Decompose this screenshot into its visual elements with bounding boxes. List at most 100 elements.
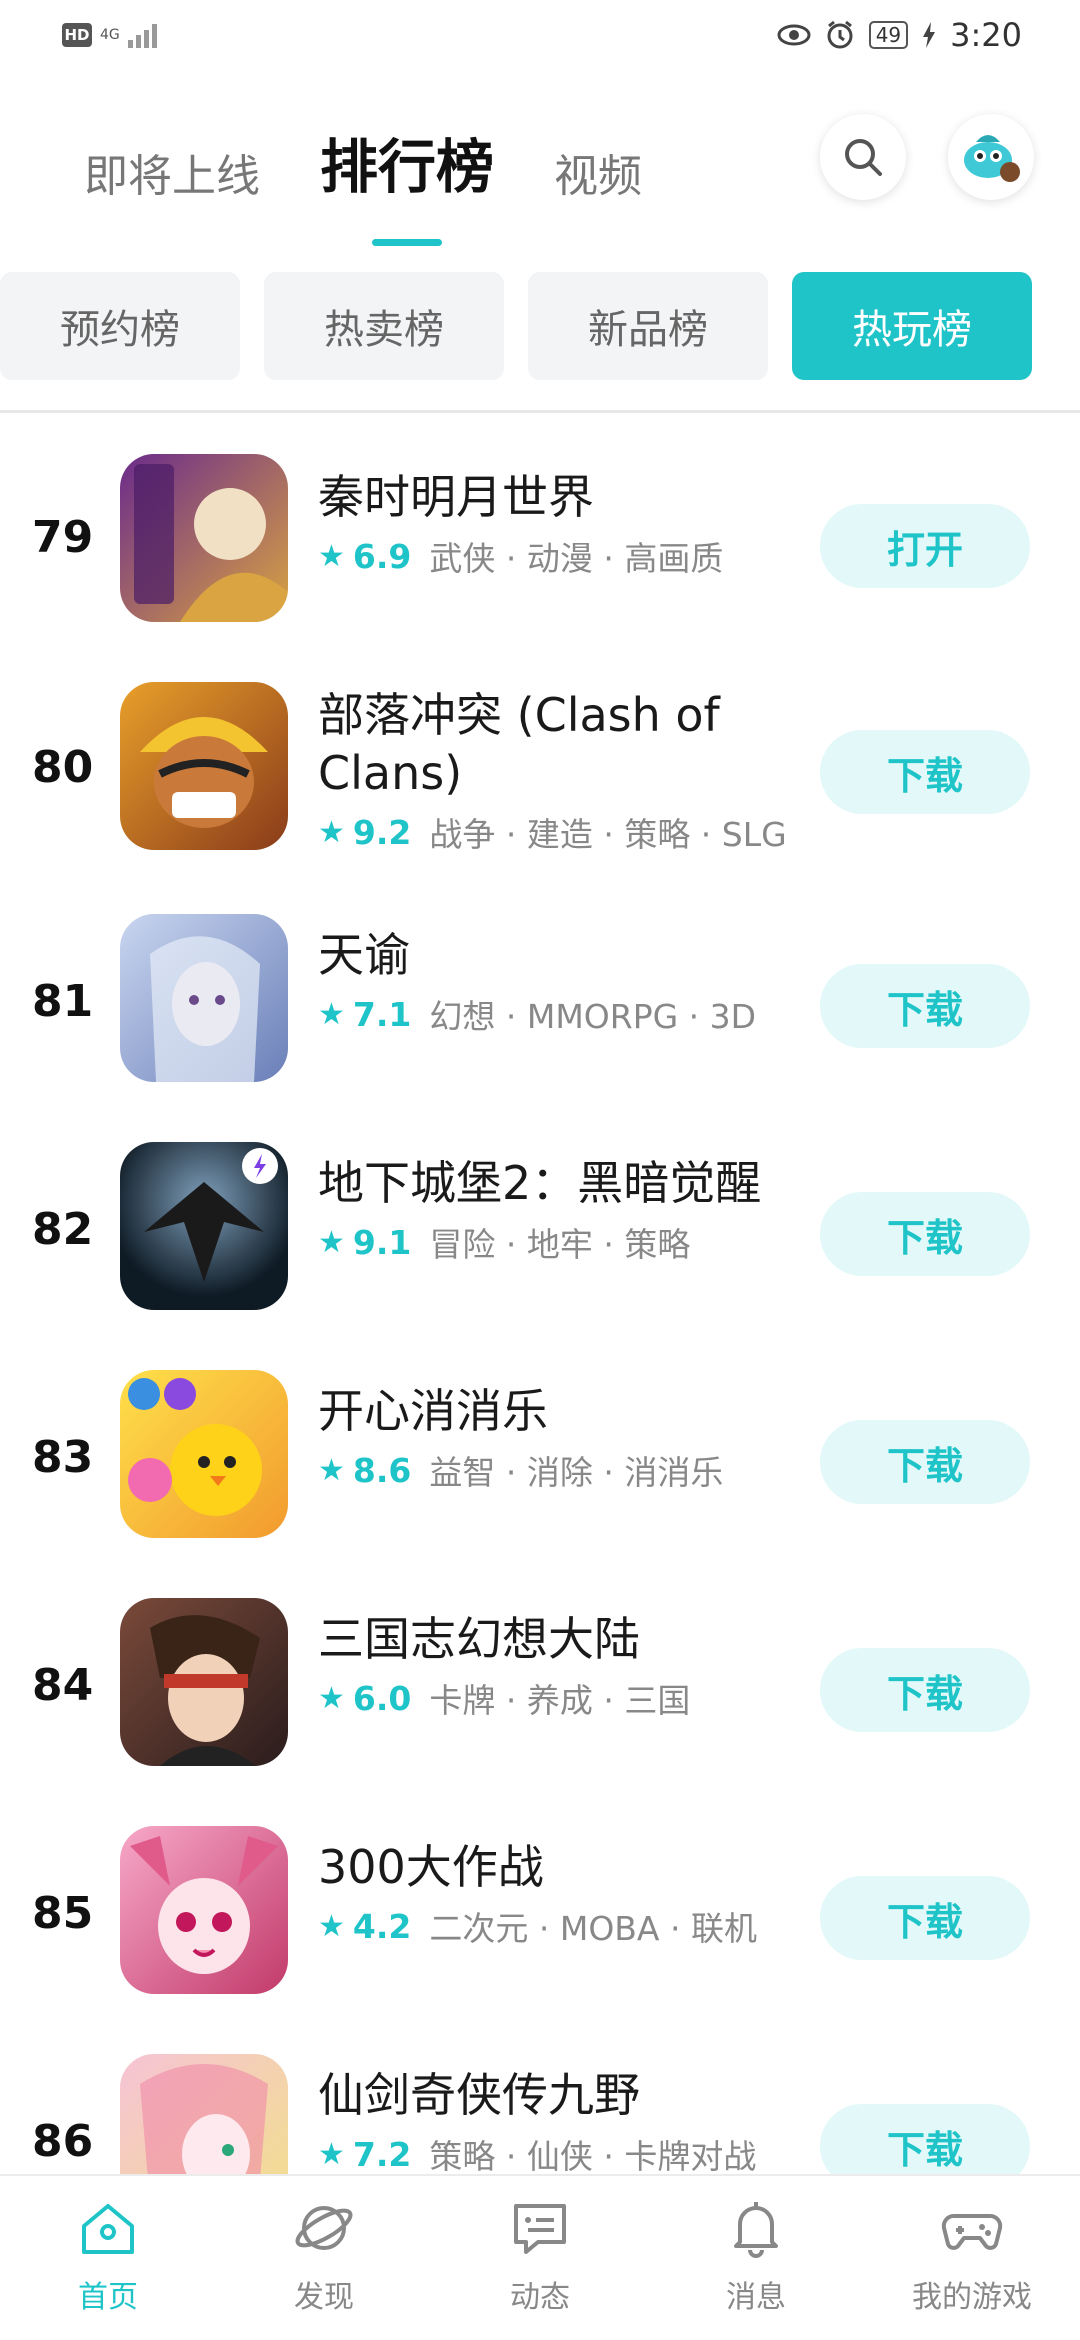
chip-new[interactable]: 新品榜 [528,272,768,380]
status-right: 49 3:20 [777,16,1022,54]
clock: 3:20 [950,16,1022,54]
game-info: 300大作战 ★ 4.2 二次元 · MOBA · 联机 [318,1838,798,1950]
tab-rankings[interactable]: 排行榜 [320,120,494,204]
game-icon[interactable] [120,454,288,622]
game-tags: 策略 · 仙侠 · 卡牌对战 [429,2137,757,2174]
download-button[interactable]: 下载 [820,964,1030,1048]
download-button[interactable]: 下载 [820,2104,1030,2174]
tab-upcoming[interactable]: 即将上线 [84,140,260,204]
game-name: 地下城堡2：黑暗觉醒 [318,1156,762,1210]
game-name: 仙剑奇侠传九野 [318,2068,640,2122]
open-button[interactable]: 打开 [820,504,1030,588]
game-icon[interactable] [120,1142,288,1310]
list-item[interactable]: 85 300大作战 ★ 4.2 二次元 · MOBA · 联机 下载 [0,1794,1080,2022]
status-left: HD 4G [62,22,157,48]
download-button[interactable]: 下载 [820,1648,1030,1732]
nav-label: 首页 [78,2280,138,2315]
star-icon: ★ [318,538,345,574]
game-score: 7.1 [352,994,412,1034]
star-icon: ★ [318,814,345,850]
avatar[interactable] [948,114,1034,200]
game-score: 7.2 [352,2134,412,2174]
game-icon[interactable] [120,682,288,850]
gamepad-icon [941,2214,1003,2250]
game-score: 9.2 [352,812,412,852]
nav-my-games[interactable]: 我的游戏 [864,2176,1080,2340]
game-icon[interactable] [120,914,288,1082]
nav-home[interactable]: 首页 [0,2176,216,2340]
message-board-icon [514,2204,566,2254]
charging-icon [923,22,936,48]
bottom-nav: 首页 发现 动态 消息 我的游戏 [0,2174,1080,2340]
game-icon[interactable] [120,1598,288,1766]
game-score: 6.0 [352,1678,412,1718]
list-item[interactable]: 86 仙剑奇侠传九野 ★ 7.2 策略 · 仙侠 · 卡牌对战 下载 [0,2022,1080,2174]
game-score: 4.2 [352,1906,412,1946]
download-button[interactable]: 下载 [820,1420,1030,1504]
game-tags: 冒险 · 地牢 · 策略 [429,1225,691,1264]
rank-number: 83 [32,1432,94,1483]
rank-number: 86 [32,2116,94,2167]
home-icon [82,2204,134,2254]
list-item[interactable]: 80 部落冲突 (Clash of Clans) ★ 9.2 战争 · 建造 ·… [0,646,1080,882]
list-item[interactable]: 83 开心消消乐 ★ 8.6 益智 · 消除 · 消消乐 下载 [0,1338,1080,1566]
nav-feed[interactable]: 动态 [432,2176,648,2340]
network-type: 4G [100,27,120,43]
chip-preorder[interactable]: 预约榜 [0,272,240,380]
list-item[interactable]: 79 秦时明月世界 ★ 6.9 武侠 · 动漫 · 高画质 打开 [0,418,1080,646]
rank-number: 79 [32,512,94,563]
star-icon: ★ [318,1908,345,1944]
game-info: 开心消消乐 ★ 8.6 益智 · 消除 · 消消乐 [318,1382,798,1494]
star-icon: ★ [318,1680,345,1716]
game-tags: 战争 · 建造 · 策略 · SLG [429,815,787,854]
status-bar: HD 4G 49 3:20 [0,0,1080,72]
game-tags: 二次元 · MOBA · 联机 [429,1909,757,1948]
chip-hot-play[interactable]: 热玩榜 [792,272,1032,380]
game-info: 三国志幻想大陆 ★ 6.0 卡牌 · 养成 · 三国 [318,1610,798,1722]
game-meta: ★ 6.0 卡牌 · 养成 · 三国 [318,1674,798,1722]
rank-number: 81 [32,976,94,1027]
game-score: 6.9 [352,536,412,576]
nav-discover[interactable]: 发现 [216,2176,432,2340]
nav-label: 动态 [510,2280,570,2315]
nav-label: 消息 [726,2280,786,2315]
download-button[interactable]: 下载 [820,730,1030,814]
nav-label: 我的游戏 [912,2280,1032,2315]
game-meta: ★ 7.1 幻想 · MMORPG · 3D [318,990,798,1038]
game-icon[interactable] [120,1370,288,1538]
star-icon: ★ [318,996,345,1032]
download-button[interactable]: 下载 [820,1192,1030,1276]
list-item[interactable]: 81 天谕 ★ 7.1 幻想 · MMORPG · 3D 下载 [0,882,1080,1110]
game-tags: 卡牌 · 养成 · 三国 [429,1681,691,1720]
chip-best-selling[interactable]: 热卖榜 [264,272,504,380]
game-name: 秦时明月世界 [318,470,594,524]
battery-level: 49 [868,21,909,49]
game-score: 9.1 [352,1222,412,1262]
game-name: 部落冲突 (Clash of Clans) [318,688,720,800]
planet-icon [295,2206,353,2250]
nav-messages[interactable]: 消息 [648,2176,864,2340]
rank-number: 80 [32,742,94,793]
signal-icon [127,22,157,48]
game-icon[interactable] [120,2054,288,2174]
game-meta: ★ 6.9 武侠 · 动漫 · 高画质 [318,532,798,580]
download-button[interactable]: 下载 [820,1876,1030,1960]
search-button[interactable] [820,114,906,200]
alarm-icon [827,20,853,49]
list-item[interactable]: 82 地下城堡2：黑暗觉醒 ★ 9.1 冒险 · 地牢 · 策略 下载 [0,1110,1080,1338]
nav-label: 发现 [294,2280,354,2315]
game-name: 天谕 [318,928,410,982]
game-icon[interactable] [120,1826,288,1994]
game-meta: ★ 7.2 策略 · 仙侠 · 卡牌对战 [318,2130,798,2175]
game-meta: ★ 8.6 益智 · 消除 · 消消乐 [318,1446,798,1494]
game-info: 部落冲突 (Clash of Clans) ★ 9.2 战争 · 建造 · 策略… [318,686,798,856]
list-item[interactable]: 84 三国志幻想大陆 ★ 6.0 卡牌 · 养成 · 三国 下载 [0,1566,1080,1794]
game-name: 开心消消乐 [318,1384,548,1438]
tab-video[interactable]: 视频 [554,140,642,204]
divider [0,410,1080,413]
game-name: 三国志幻想大陆 [318,1612,640,1666]
rank-number: 84 [32,1660,94,1711]
game-info: 秦时明月世界 ★ 6.9 武侠 · 动漫 · 高画质 [318,468,798,580]
rank-number: 82 [32,1204,94,1255]
game-rank-list[interactable]: 79 秦时明月世界 ★ 6.9 武侠 · 动漫 · 高画质 打开 80 部落冲突… [0,418,1080,2174]
